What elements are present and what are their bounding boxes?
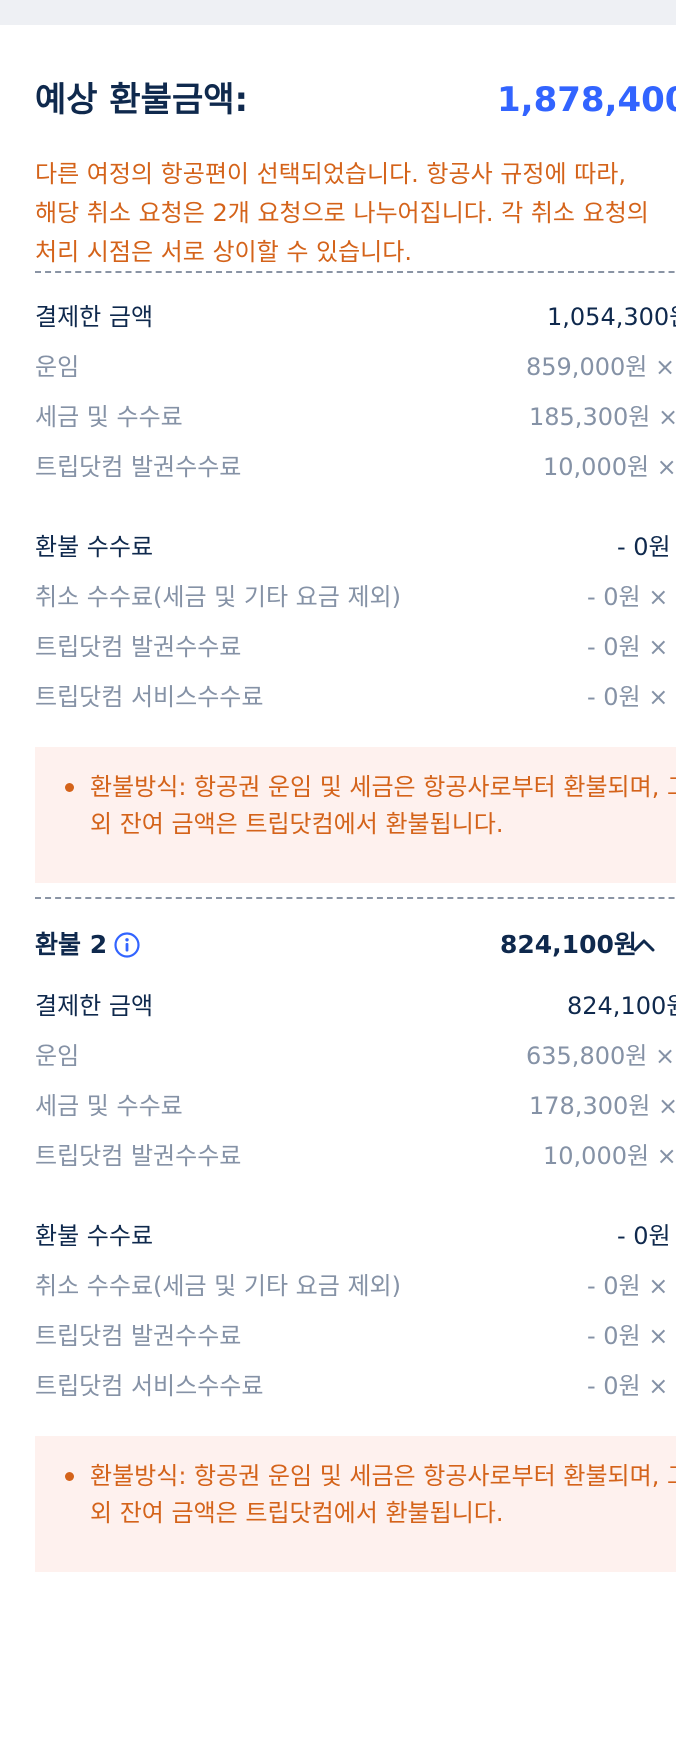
ticketing-fee-refund-value: - 0원 × 1 — [587, 633, 676, 661]
cancel-fee-value: - 0원 × 1 — [587, 1272, 676, 1300]
ticketing-fee-row: 트립닷컴 발권수수료 10,000원 × 1 — [35, 1136, 676, 1176]
paid-amount-value: 824,100원 — [567, 992, 676, 1020]
ticketing-fee-value: 10,000원 × 1 — [543, 453, 676, 481]
estimated-refund-amount: 1,878,400원 — [497, 80, 676, 120]
refund-fee-row: 환불 수수료 - 0원 — [35, 527, 676, 567]
refund-fee-value: - 0원 — [617, 533, 671, 561]
fare-label: 운임 — [35, 353, 80, 381]
info-circle-icon[interactable] — [114, 932, 140, 958]
cancel-fee-label: 취소 수수료(세금 및 기타 요금 제외) — [35, 1272, 401, 1300]
estimated-refund: 예상 환불금액: 1,878,400원 — [35, 75, 676, 125]
divider — [35, 271, 676, 273]
ticketing-fee-label: 트립닷컴 발권수수료 — [35, 453, 242, 481]
paid-amount-row: 결제한 금액 1,054,300원 — [35, 297, 676, 337]
service-fee-value: - 0원 × 1 — [587, 683, 676, 711]
estimated-refund-label: 예상 환불금액: — [35, 80, 249, 120]
refund-2-title: 환불 2 — [35, 930, 108, 959]
fare-value: 859,000원 × 1 — [526, 353, 676, 381]
refund-2-header[interactable]: 환불 2 824,100원 — [35, 923, 676, 967]
tax-fee-row: 세금 및 수수료 185,300원 × 1 — [35, 397, 676, 437]
ticketing-fee-refund-label: 트립닷컴 발권수수료 — [35, 633, 242, 661]
chevron-up-icon[interactable] — [632, 935, 656, 955]
refund-fee-label: 환불 수수료 — [35, 533, 154, 561]
paid-amount-row: 결제한 금액 824,100원 — [35, 986, 676, 1026]
service-fee-row: 트립닷컴 서비스수수료 - 0원 × 1 — [35, 1366, 676, 1406]
cancel-fee-label: 취소 수수료(세금 및 기타 요금 제외) — [35, 583, 401, 611]
tax-fee-value: 178,300원 × 1 — [529, 1092, 676, 1120]
top-bar — [0, 0, 676, 25]
bullet-icon — [65, 1472, 74, 1481]
refund-method-text: 환불방식: 항공권 운임 및 세금은 항공사로부터 환불되며, 그 외 잔여 금… — [90, 1462, 676, 1527]
divider — [35, 897, 676, 899]
fare-row: 운임 859,000원 × 1 — [35, 347, 676, 387]
service-fee-label: 트립닷컴 서비스수수료 — [35, 1372, 264, 1400]
ticketing-fee-row: 트립닷컴 발권수수료 10,000원 × 1 — [35, 447, 676, 487]
fare-row: 운임 635,800원 × 1 — [35, 1036, 676, 1076]
split-request-notice: 다른 여정의 항공편이 선택되었습니다. 항공사 규정에 따라, 해당 취소 요… — [35, 160, 649, 266]
tax-fee-label: 세금 및 수수료 — [35, 403, 183, 431]
fare-value: 635,800원 × 1 — [526, 1042, 676, 1070]
cancel-fee-row: 취소 수수료(세금 및 기타 요금 제외) - 0원 × 1 — [35, 577, 676, 617]
refund-method-text: 환불방식: 항공권 운임 및 세금은 항공사로부터 환불되며, 그 외 잔여 금… — [90, 773, 676, 838]
paid-amount-label: 결제한 금액 — [35, 992, 154, 1020]
tax-fee-value: 185,300원 × 1 — [529, 403, 676, 431]
refund-method-box: 환불방식: 항공권 운임 및 세금은 항공사로부터 환불되며, 그 외 잔여 금… — [35, 1436, 676, 1572]
cancel-fee-value: - 0원 × 1 — [587, 583, 676, 611]
ticketing-fee-refund-label: 트립닷컴 발권수수료 — [35, 1322, 242, 1350]
paid-amount-label: 결제한 금액 — [35, 303, 154, 331]
cancel-fee-row: 취소 수수료(세금 및 기타 요금 제외) - 0원 × 1 — [35, 1266, 676, 1306]
bullet-icon — [65, 783, 74, 792]
refund-2-total: 824,100원 — [500, 930, 637, 959]
service-fee-row: 트립닷컴 서비스수수료 - 0원 × 1 — [35, 677, 676, 717]
ticketing-fee-refund-value: - 0원 × 1 — [587, 1322, 676, 1350]
service-fee-label: 트립닷컴 서비스수수료 — [35, 683, 264, 711]
fare-label: 운임 — [35, 1042, 80, 1070]
ticketing-fee-refund-row: 트립닷컴 발권수수료 - 0원 × 1 — [35, 627, 676, 667]
refund-fee-value: - 0원 — [617, 1222, 671, 1250]
refund-fee-row: 환불 수수료 - 0원 — [35, 1216, 676, 1256]
refund-details-panel: 예상 환불금액: 1,878,400원 다른 여정의 항공편이 선택되었습니다.… — [0, 25, 676, 1740]
tax-fee-label: 세금 및 수수료 — [35, 1092, 183, 1120]
refund-fee-label: 환불 수수료 — [35, 1222, 154, 1250]
tax-fee-row: 세금 및 수수료 178,300원 × 1 — [35, 1086, 676, 1126]
ticketing-fee-value: 10,000원 × 1 — [543, 1142, 676, 1170]
ticketing-fee-refund-row: 트립닷컴 발권수수료 - 0원 × 1 — [35, 1316, 676, 1356]
service-fee-value: - 0원 × 1 — [587, 1372, 676, 1400]
paid-amount-value: 1,054,300원 — [547, 303, 676, 331]
ticketing-fee-label: 트립닷컴 발권수수료 — [35, 1142, 242, 1170]
refund-method-box: 환불방식: 항공권 운임 및 세금은 항공사로부터 환불되며, 그 외 잔여 금… — [35, 747, 676, 883]
